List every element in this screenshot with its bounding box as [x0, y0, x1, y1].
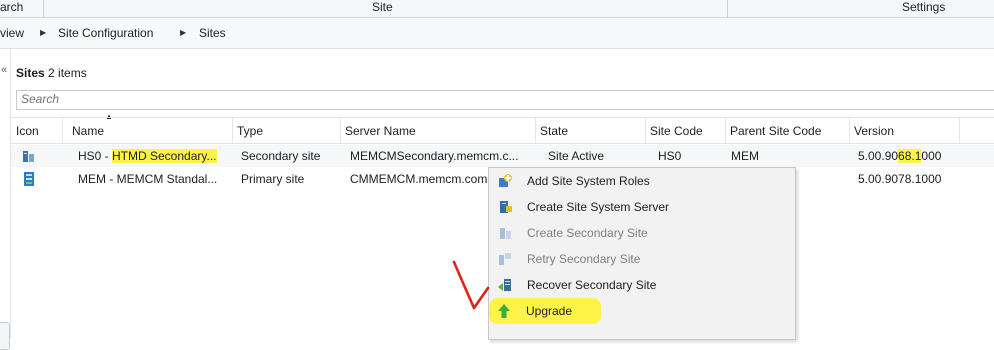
menu-item-label: Create Site System Server [527, 200, 670, 214]
primary-site-icon [24, 172, 34, 186]
navigation-pane-tab[interactable] [0, 322, 10, 350]
navigation-pane-collapsed: « [0, 49, 11, 350]
server-name: CMMEMCM.memcm.com [350, 172, 488, 186]
site-name-highlighted: HTMD Secondary... [112, 149, 217, 163]
menu-item-label: Create Secondary Site [527, 226, 648, 240]
add-roles-icon [499, 174, 512, 187]
search-input[interactable] [17, 91, 321, 107]
menu-item-label: Upgrade [526, 304, 573, 318]
annotation-arrow-icon [452, 260, 490, 310]
column-divider [62, 118, 63, 143]
breadcrumb-item-site-configuration[interactable]: Site Configuration [58, 26, 153, 40]
menu-item-retry-secondary-site[interactable]: Retry Secondary Site [490, 246, 794, 272]
menu-item-label: Retry Secondary Site [527, 252, 641, 266]
site-version: 5.00.9078.1000 [858, 172, 942, 186]
menu-item-create-secondary-site[interactable]: Create Secondary Site [490, 220, 794, 246]
server-name: MEMCMSecondary.memcm.c... [350, 149, 519, 163]
collapse-chevron-icon[interactable]: « [1, 64, 7, 76]
recover-icon [498, 279, 511, 291]
site-type: Primary site [241, 172, 305, 186]
search-box [16, 90, 994, 110]
server-icon [500, 201, 512, 213]
column-header-server-name[interactable]: Server Name [340, 118, 535, 143]
site-code: HS0 [658, 149, 682, 163]
table-row[interactable]: HS0 - HTMD Secondary... Secondary site M… [11, 145, 994, 167]
version-part: 000 [921, 149, 942, 163]
menu-item-upgrade[interactable]: Upgrade [489, 298, 601, 324]
column-header-state[interactable]: State [535, 118, 645, 143]
list-item-count: 2 items [48, 66, 87, 80]
site-type: Secondary site [241, 149, 321, 163]
menu-item-label: Recover Secondary Site [527, 278, 657, 292]
version-highlighted: 68.1 [898, 149, 922, 163]
site-name: HS0 - HTMD Secondary... [78, 145, 217, 167]
column-header-parent-site-code[interactable]: Parent Site Code [725, 118, 849, 143]
breadcrumb-arrow-icon: ▶ [40, 28, 47, 37]
column-header-site-code[interactable]: Site Code [645, 118, 725, 143]
site-name: MEM - MEMCM Standal... [78, 172, 218, 186]
ribbon-divider [43, 0, 44, 17]
grid-header: Icon Name Type Server Name State Site Co… [11, 117, 994, 144]
menu-overflow [489, 328, 795, 339]
column-header-type[interactable]: Type [232, 118, 340, 143]
breadcrumb: view ▶ Site Configuration ▶ Sites [0, 18, 994, 49]
breadcrumb-arrow-icon: ▶ [180, 28, 187, 37]
menu-item-add-site-system-roles[interactable]: Add Site System Roles [490, 168, 794, 194]
column-header-name[interactable]: Name [67, 118, 232, 143]
menu-item-recover-secondary-site[interactable]: Recover Secondary Site [490, 272, 794, 298]
ribbon-group-bar: arch Site Settings [0, 0, 994, 18]
breadcrumb-item-sites[interactable]: Sites [199, 26, 226, 40]
secondary-site-icon [23, 151, 34, 162]
site-name-prefix: HS0 - [78, 149, 113, 163]
menu-item-label: Add Site System Roles [527, 174, 650, 188]
ribbon-divider [727, 0, 728, 17]
ribbon-group-site: Site [372, 0, 393, 14]
ribbon-group-settings: Settings [902, 0, 946, 14]
list-title: Sites 2 items [16, 66, 87, 80]
ribbon-group-search: arch [0, 0, 24, 14]
parent-site-code: MEM [731, 149, 759, 163]
list-title-label: Sites [16, 66, 45, 80]
context-menu: Add Site System Roles Create Site System… [488, 167, 796, 340]
site-version: 5.00.9068.1000 [858, 145, 941, 167]
column-divider [959, 118, 960, 143]
upgrade-arrow-icon [498, 304, 510, 318]
breadcrumb-item-overview[interactable]: view [0, 26, 24, 40]
secondary-site-icon [500, 228, 511, 239]
column-header-icon[interactable]: Icon [11, 118, 62, 143]
column-header-version[interactable]: Version [849, 118, 959, 143]
menu-item-create-site-system-server[interactable]: Create Site System Server [490, 194, 794, 220]
site-state: Site Active [548, 149, 605, 163]
retry-icon [499, 253, 511, 265]
version-part: 5.00.90 [858, 149, 899, 163]
